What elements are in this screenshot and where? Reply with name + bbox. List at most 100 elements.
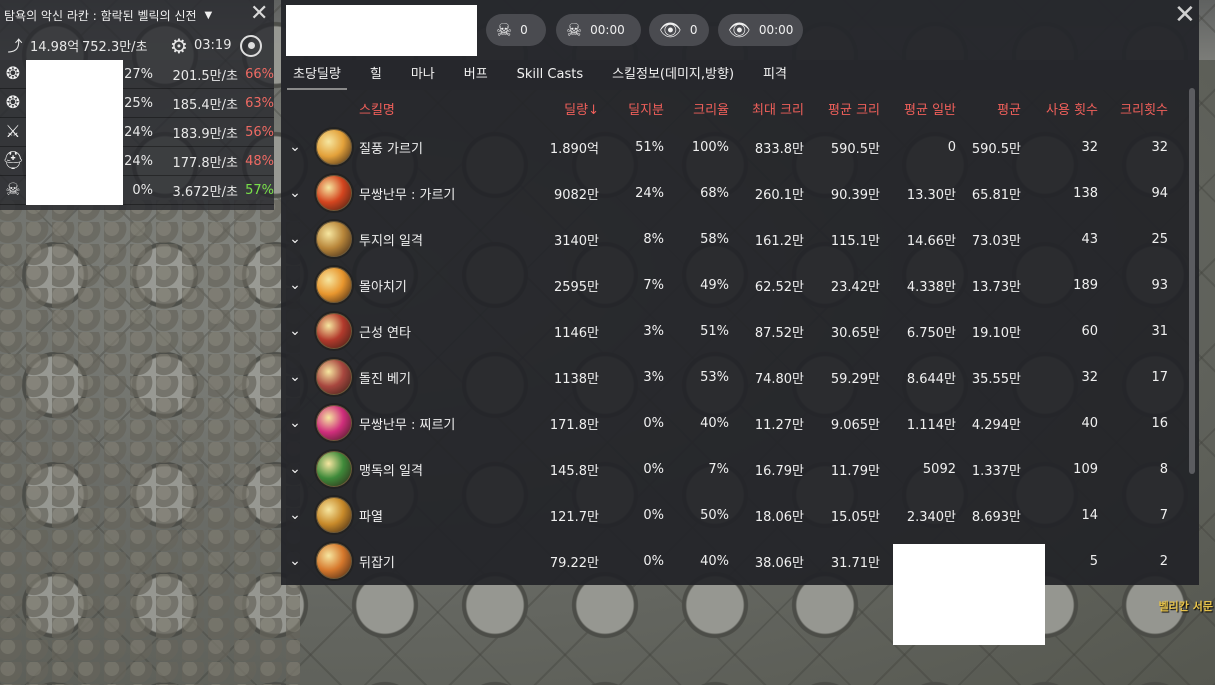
skull-crossbones-icon: ☠	[5, 180, 21, 200]
elapsed-time: 03:19	[194, 38, 232, 53]
chevron-down-icon[interactable]: ⌄	[281, 185, 309, 201]
cell-crit-rate: 51%	[700, 323, 729, 339]
cell-damage: 3140만	[553, 233, 599, 249]
tab-5[interactable]: 스킬정보(데미지,방향)	[606, 60, 740, 90]
chevron-down-icon[interactable]: ⌄	[281, 231, 309, 247]
col-damage[interactable]: 딜량↓	[529, 99, 599, 118]
cobblestone-area	[0, 200, 300, 685]
chevron-down-icon[interactable]: ⌄	[281, 415, 309, 431]
cell-crit-count: 94	[1151, 185, 1168, 201]
chevron-down-icon[interactable]: ⌄	[281, 461, 309, 477]
table-row[interactable]: ⌄ 뒤잡기 79.22만 0% 40% 38.06만 31.71만 5 2	[281, 538, 1187, 584]
table-row[interactable]: ⌄ 근성 연타 1146만 3% 51% 87.52만 30.65만 6.750만 19.10만…	[281, 308, 1187, 354]
skull-icon: ☠	[496, 19, 513, 41]
cell-uses: 60	[1081, 323, 1098, 339]
skill-detail-panel: ☠ 0 ☠ 00:00 👁 0 👁 00:00 ✕ 초당딜량 힐 마나 버프 Skill…	[281, 0, 1199, 585]
cell-max-crit: 87.52만	[754, 325, 804, 341]
chevron-down-icon[interactable]: ⌄	[281, 139, 309, 155]
player-crit: 57%	[245, 182, 274, 198]
table-row[interactable]: ⌄ 맹독의 일격 145.8만 0% 7% 16.79만 11.79만 5092 1.337만 1…	[281, 446, 1187, 492]
cell-uses: 14	[1081, 507, 1098, 523]
player-dps: 201.5만/초	[172, 68, 238, 84]
cell-avg-crit: 90.39만	[830, 187, 880, 203]
skull-clock-icon: ☠	[566, 19, 583, 41]
skill-name: 뒤잡기	[359, 555, 395, 571]
tab-3[interactable]: 버프	[458, 60, 494, 90]
col-crit-rate[interactable]: 크리율	[664, 99, 729, 118]
table-row[interactable]: ⌄ 파열 121.7만 0% 50% 18.06만 15.05만 2.340만 8.693만 14…	[281, 492, 1187, 538]
tab-6[interactable]: 피격	[757, 60, 793, 90]
chevron-down-icon[interactable]: ⌄	[281, 277, 309, 293]
player-crit: 56%	[245, 124, 274, 140]
view-count: 0	[689, 23, 698, 37]
cell-max-crit: 833.8만	[754, 141, 804, 157]
player-row[interactable]: ☠ 0% 3.672만/초 57%	[0, 175, 274, 205]
chevron-down-icon[interactable]: ⌄	[281, 369, 309, 385]
chevron-down-icon[interactable]: ⌄	[281, 507, 309, 523]
player-row[interactable]: ⛑ 24% 177.8만/초 48%	[0, 146, 274, 176]
encounter-title-row[interactable]: 탐욕의 악신 라칸 : 함락된 벨릭의 신전 ▼	[0, 0, 274, 31]
target-icon[interactable]	[240, 34, 262, 57]
cell-avg: 590.5만	[971, 141, 1021, 157]
location-label: 벨리칸 서문	[1158, 600, 1213, 613]
cell-max-crit: 74.80만	[754, 371, 804, 387]
cell-avg-normal: 0	[947, 139, 956, 155]
detail-header: ☠ 0 ☠ 00:00 👁 0 👁 00:00 ✕	[281, 0, 1199, 60]
col-uses[interactable]: 사용 횟수	[1021, 99, 1098, 118]
table-row[interactable]: ⌄ 투지의 일격 3140만 8% 58% 161.2만 115.1만 14.66만 73.03…	[281, 216, 1187, 262]
cell-avg-normal: 4.338만	[906, 279, 956, 295]
tab-0[interactable]: 초당딜량	[287, 60, 347, 90]
skill-name: 무쌍난무 : 찌르기	[359, 417, 456, 433]
cell-damage: 1138만	[553, 371, 599, 387]
player-share: 25%	[124, 95, 153, 111]
table-row[interactable]: ⌄ 질풍 가르기 1.890억 51% 100% 833.8만 590.5만 0 590.5만 3…	[281, 124, 1187, 170]
player-crit: 48%	[245, 153, 274, 169]
table-row[interactable]: ⌄ 돌진 베기 1138만 3% 53% 74.80만 59.29만 8.644만 35.55만…	[281, 354, 1187, 400]
col-crit-count[interactable]: 크리횟수	[1098, 99, 1168, 118]
view-time: 00:00	[758, 23, 794, 37]
chevron-down-icon[interactable]: ⌄	[281, 323, 309, 339]
cell-uses: 109	[1073, 461, 1098, 477]
col-max-crit[interactable]: 최대 크리	[729, 99, 804, 118]
col-avg-normal[interactable]: 평균 일반	[880, 99, 956, 118]
skill-name: 무쌍난무 : 가르기	[359, 187, 456, 203]
skill-name: 근성 연타	[359, 325, 411, 341]
close-icon[interactable]: ✕	[250, 3, 268, 25]
col-avg[interactable]: 평균	[956, 99, 1021, 118]
close-icon[interactable]: ✕	[1174, 2, 1196, 28]
player-row[interactable]: ⚔ 24% 183.9만/초 56%	[0, 117, 274, 147]
cell-avg-crit: 590.5만	[830, 141, 880, 157]
player-share: 27%	[124, 66, 153, 82]
tab-1[interactable]: 힐	[364, 60, 388, 90]
tab-2[interactable]: 마나	[405, 60, 441, 90]
chevron-down-icon[interactable]: ⌄	[281, 553, 309, 569]
table-header: 스킬명 딜량↓ 딜지분 크리율 최대 크리 평균 크리 평균 일반 평균 사용 …	[281, 92, 1187, 124]
cell-avg-normal: 13.30만	[906, 187, 956, 203]
player-dps: 3.672만/초	[172, 184, 238, 200]
cell-crit-rate: 53%	[700, 369, 729, 385]
cell-share: 7%	[643, 277, 664, 293]
cell-crit-rate: 50%	[700, 507, 729, 523]
col-avg-crit[interactable]: 평균 크리	[804, 99, 880, 118]
view-time-pill: 👁 00:00	[718, 14, 803, 46]
cell-uses: 43	[1081, 231, 1098, 247]
chevron-down-icon[interactable]: ▼	[205, 10, 213, 21]
cell-share: 51%	[635, 139, 664, 155]
table-row[interactable]: ⌄ 몰아치기 2595만 7% 49% 62.52만 23.42만 4.338만 13.73만 1…	[281, 262, 1187, 308]
trend-icon: ⤴	[7, 37, 23, 55]
mini-meter-panel: 탐욕의 악신 라칸 : 함락된 벨릭의 신전 ▼ ✕ ⤴ 14.98억 752.…	[0, 0, 274, 210]
death-time: 00:00	[590, 23, 625, 37]
skill-icon	[314, 173, 354, 213]
gear-icon[interactable]: ⚙	[164, 34, 194, 58]
skill-icon	[314, 311, 354, 351]
tab-4[interactable]: Skill Casts	[511, 60, 589, 90]
table-row[interactable]: ⌄ 무쌍난무 : 찌르기 171.8만 0% 40% 11.27만 9.065만 1.114만…	[281, 400, 1187, 446]
player-row[interactable]: ❂ 27% 201.5만/초 66%	[0, 59, 274, 89]
player-row[interactable]: ❂ 25% 185.4만/초 63%	[0, 88, 274, 118]
table-row[interactable]: ⌄ 무쌍난무 : 가르기 9082만 24% 68% 260.1만 90.39만 13.30만…	[281, 170, 1187, 216]
scrollbar[interactable]	[1189, 88, 1195, 474]
cell-avg-normal: 1.114만	[906, 417, 956, 433]
col-name[interactable]: 스킬명	[359, 99, 529, 118]
tab-bar: 초당딜량 힐 마나 버프 Skill Casts 스킬정보(데미지,방향) 피격	[281, 60, 1199, 90]
col-share[interactable]: 딜지분	[599, 99, 664, 118]
